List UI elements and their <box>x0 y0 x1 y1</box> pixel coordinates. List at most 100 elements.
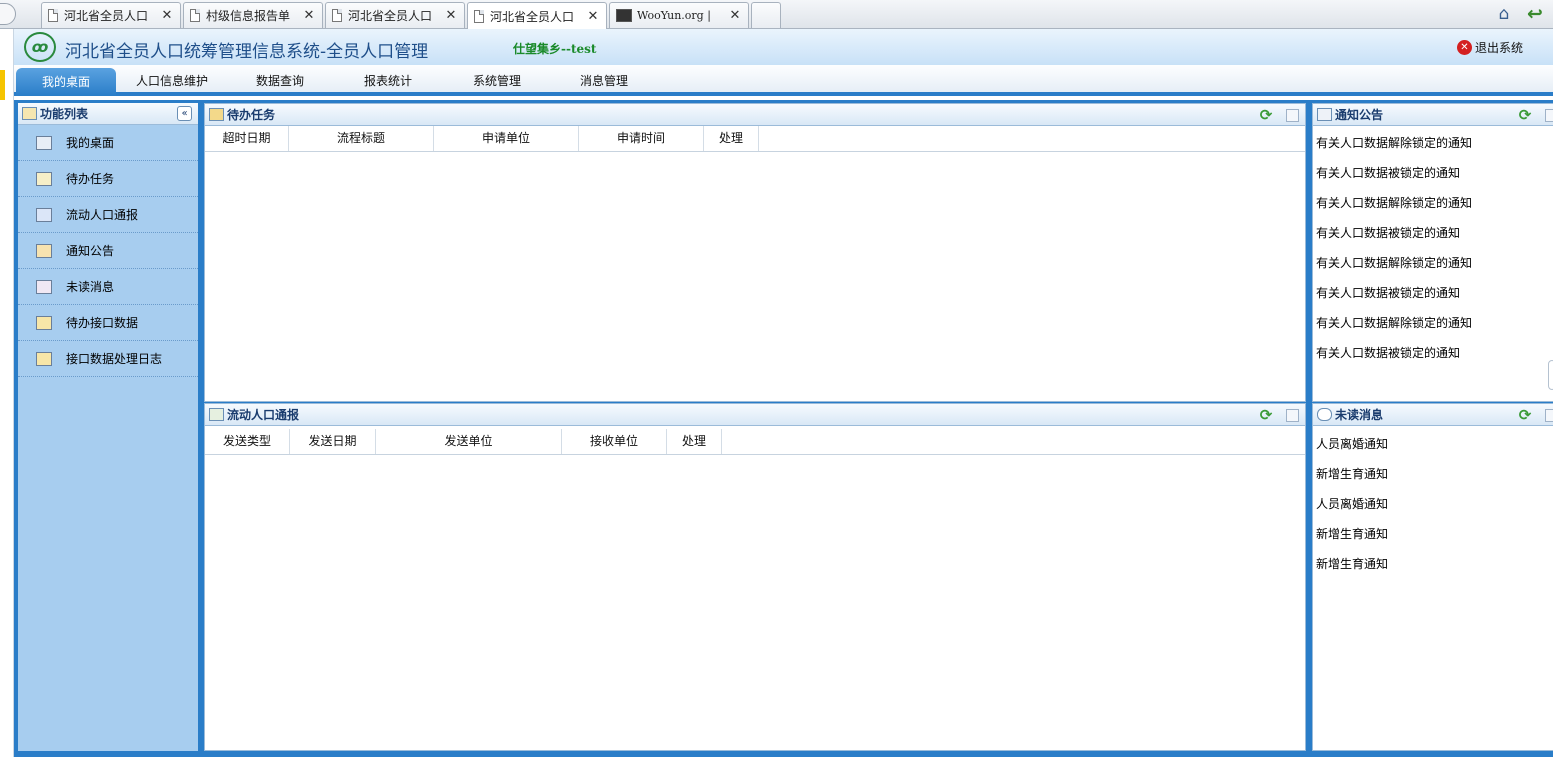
floating-report-header: 流动人口通报 ⟳ <box>205 404 1305 426</box>
unread-panel: 未读消息 ⟳ 人员离婚通知 新增生育通知 人员离婚通知 新增生育通知 新增生育通… <box>1312 403 1553 751</box>
column-header[interactable]: 流程标题 <box>289 126 434 151</box>
sidebar-item-notices[interactable]: 通知公告 <box>18 233 198 269</box>
nav-item-messages[interactable]: 消息管理 <box>580 72 628 89</box>
nav-item-reports[interactable]: 报表统计 <box>364 72 412 89</box>
browser-tab-1[interactable]: 河北省全员人口 ✕ <box>41 2 181 28</box>
maximize-icon[interactable] <box>1286 109 1299 122</box>
nav-item-desktop[interactable]: 我的桌面 <box>16 68 116 96</box>
sidebar-item-label: 我的桌面 <box>66 136 115 150</box>
floating-table-header: 发送类型 发送日期 发送单位 接收单位 处理 <box>205 429 1305 455</box>
tasks-header-icon <box>209 108 224 121</box>
close-icon[interactable]: ✕ <box>302 8 316 23</box>
browser-tab-title: WooYun.org | <box>637 9 711 22</box>
scroll-handle[interactable] <box>1548 360 1553 390</box>
document-icon <box>474 9 484 23</box>
report-icon <box>36 207 52 222</box>
message-icon <box>36 279 52 294</box>
refresh-icon[interactable]: ⟳ <box>1258 107 1274 123</box>
function-list-title: 功能列表 <box>40 107 89 121</box>
refresh-icon[interactable]: ⟳ <box>1517 107 1533 123</box>
close-icon[interactable]: ✕ <box>444 8 458 23</box>
message-item[interactable]: 新增生育通知 <box>1313 522 1553 552</box>
message-item[interactable]: 新增生育通知 <box>1313 552 1553 582</box>
column-header[interactable]: 接收单位 <box>562 429 667 454</box>
floating-report-panel: 流动人口通报 ⟳ 发送类型 发送日期 发送单位 接收单位 处理 <box>204 403 1306 751</box>
sidebar-item-tasks[interactable]: 待办任务 <box>18 161 198 197</box>
column-header[interactable]: 发送日期 <box>290 429 376 454</box>
sidebar-item-unread[interactable]: 未读消息 <box>18 269 198 305</box>
close-icon[interactable]: ✕ <box>728 8 742 23</box>
sidebar-item-pending-interface[interactable]: 待办接口数据 <box>18 305 198 341</box>
nav-item-population[interactable]: 人口信息维护 <box>136 72 208 89</box>
notice-item[interactable]: 有关人口数据被锁定的通知 <box>1313 221 1553 251</box>
maximize-icon[interactable] <box>1286 409 1299 422</box>
new-tab-button[interactable] <box>751 2 781 28</box>
column-header[interactable]: 超时日期 <box>205 126 289 151</box>
tasks-title: 待办任务 <box>227 108 276 122</box>
column-header[interactable]: 发送类型 <box>205 429 290 454</box>
floating-report-title: 流动人口通报 <box>227 408 300 422</box>
tasks-table-header: 超时日期 流程标题 申请单位 申请时间 处理 <box>205 126 1305 152</box>
browser-tab-title: 河北省全员人口 <box>64 9 149 23</box>
sidebar-item-desktop[interactable]: 我的桌面 <box>18 125 198 161</box>
message-item[interactable]: 人员离婚通知 <box>1313 492 1553 522</box>
notice-item[interactable]: 有关人口数据被锁定的通知 <box>1313 281 1553 311</box>
browser-tab-title: 河北省全员人口 <box>490 9 575 24</box>
document-icon <box>190 9 200 22</box>
notice-item[interactable]: 有关人口数据解除锁定的通知 <box>1313 251 1553 281</box>
edge-marker <box>0 70 5 100</box>
notices-header: 通知公告 ⟳ <box>1313 104 1553 126</box>
message-item[interactable]: 人员离婚通知 <box>1313 432 1553 462</box>
notice-item[interactable]: 有关人口数据被锁定的通知 <box>1313 341 1553 371</box>
back-arrow-icon[interactable]: ↩ <box>1524 3 1546 25</box>
function-list-header: 功能列表 « <box>18 103 198 125</box>
sidebar-item-label: 流动人口通报 <box>66 208 139 222</box>
close-icon[interactable]: ✕ <box>160 8 174 23</box>
browser-back-button[interactable] <box>0 3 16 25</box>
nav-item-query[interactable]: 数据查询 <box>256 72 304 89</box>
logo-icon: ꝏ <box>24 32 56 62</box>
sidebar-item-label: 未读消息 <box>66 280 115 294</box>
column-header[interactable]: 处理 <box>667 429 722 454</box>
maximize-icon[interactable] <box>1545 109 1553 122</box>
home-icon[interactable]: ⌂ <box>1494 4 1514 24</box>
sidebar-item-label: 接口数据处理日志 <box>66 352 163 366</box>
sidebar-item-label: 通知公告 <box>66 244 115 258</box>
browser-tab-5[interactable]: WooYun.org | ✕ <box>609 2 749 28</box>
unread-list: 人员离婚通知 新增生育通知 人员离婚通知 新增生育通知 新增生育通知 <box>1313 426 1553 582</box>
maximize-icon[interactable] <box>1545 409 1553 422</box>
tasks-header: 待办任务 ⟳ <box>205 104 1305 126</box>
notices-title: 通知公告 <box>1335 108 1384 122</box>
tasks-icon <box>36 171 52 186</box>
desktop-icon <box>36 135 52 150</box>
column-header[interactable]: 发送单位 <box>376 429 562 454</box>
notice-item[interactable]: 有关人口数据被锁定的通知 <box>1313 161 1553 191</box>
sidebar-item-floating-report[interactable]: 流动人口通报 <box>18 197 198 233</box>
folder-icon <box>36 315 52 330</box>
browser-tab-3[interactable]: 河北省全员人口 ✕ <box>325 2 465 28</box>
refresh-icon[interactable]: ⟳ <box>1517 407 1533 423</box>
browser-tab-2[interactable]: 村级信息报告单 ✕ <box>183 2 323 28</box>
unread-header: 未读消息 ⟳ <box>1313 404 1553 426</box>
column-header[interactable]: 处理 <box>704 126 759 151</box>
sidebar-item-label: 待办任务 <box>66 172 115 186</box>
notice-item[interactable]: 有关人口数据解除锁定的通知 <box>1313 131 1553 161</box>
sidebar-item-interface-log[interactable]: 接口数据处理日志 <box>18 341 198 377</box>
left-edge-strip <box>0 29 14 757</box>
notice-icon <box>36 243 52 258</box>
app-title: 河北省全员人口统筹管理信息系统-全员人口管理 <box>65 42 429 62</box>
notices-panel: 通知公告 ⟳ 有关人口数据解除锁定的通知 有关人口数据被锁定的通知 有关人口数据… <box>1312 103 1553 402</box>
logout-button[interactable]: ✕ 退出系统 <box>1457 39 1523 56</box>
column-header[interactable]: 申请单位 <box>434 126 579 151</box>
folder-icon <box>36 351 52 366</box>
collapse-button[interactable]: « <box>177 106 192 121</box>
nav-item-system[interactable]: 系统管理 <box>473 72 521 89</box>
notice-item[interactable]: 有关人口数据解除锁定的通知 <box>1313 311 1553 341</box>
browser-tab-4[interactable]: 河北省全员人口 ✕ <box>467 2 607 29</box>
refresh-icon[interactable]: ⟳ <box>1258 407 1274 423</box>
app-header: ꝏ 河北省全员人口统筹管理信息系统-全员人口管理 仕望集乡--test ✕ 退出… <box>14 29 1553 65</box>
column-header[interactable]: 申请时间 <box>579 126 704 151</box>
close-icon[interactable]: ✕ <box>586 9 600 24</box>
message-item[interactable]: 新增生育通知 <box>1313 462 1553 492</box>
notice-item[interactable]: 有关人口数据解除锁定的通知 <box>1313 191 1553 221</box>
